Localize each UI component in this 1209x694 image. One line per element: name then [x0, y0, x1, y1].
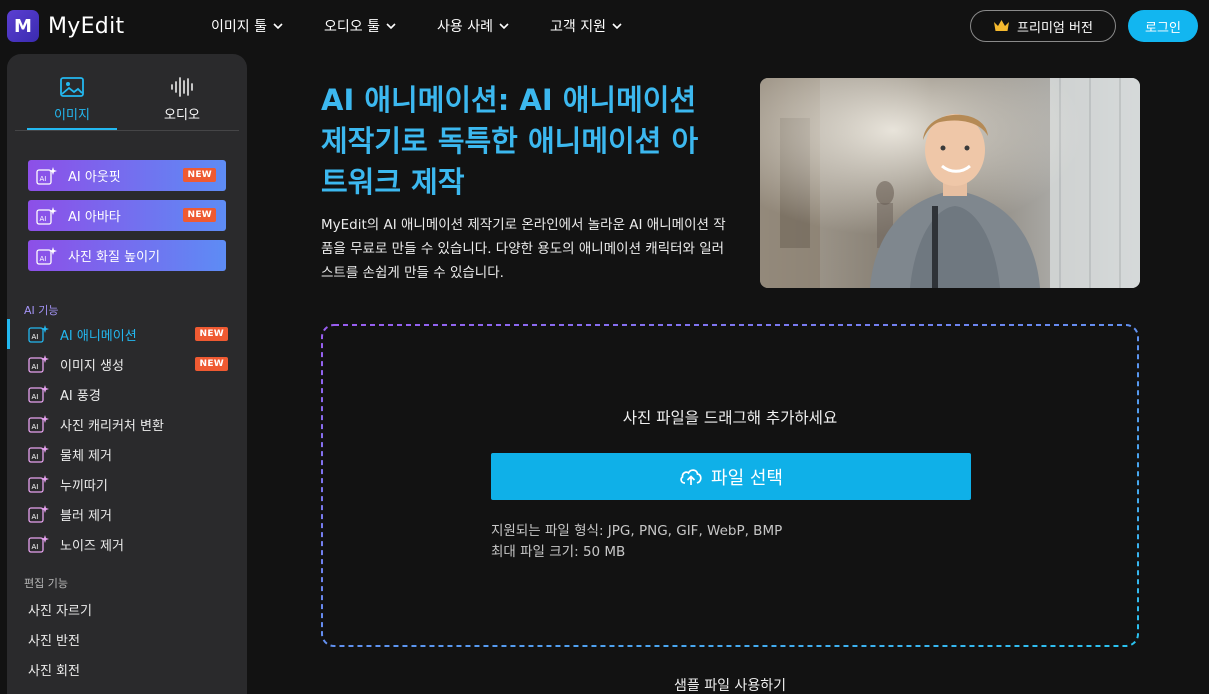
choose-file-label: 파일 선택 — [711, 467, 783, 489]
ai-sparkle-icon: AI — [28, 535, 49, 553]
ai-sparkle-icon: AI — [36, 166, 57, 185]
svg-text:AI: AI — [32, 543, 39, 551]
premium-button[interactable]: 프리미엄 버전 — [970, 10, 1116, 42]
page-description: MyEdit의 AI 애니메이션 제작기로 온라인에서 놀라운 AI 애니메이션… — [321, 217, 726, 281]
crown-icon — [994, 20, 1010, 31]
divider — [15, 130, 239, 131]
sidebar-item-caricature[interactable]: AI 사진 캐리커처 변환 — [28, 413, 228, 435]
svg-text:AI: AI — [32, 363, 39, 371]
cloud-upload-icon — [680, 468, 702, 485]
section-title-ai: AI 기능 — [24, 304, 59, 317]
svg-text:AI: AI — [32, 513, 39, 521]
page-title: AI 애니메이션: AI 애니메이션 제작기로 독특한 애니메이션 아트워크 제… — [321, 83, 699, 199]
svg-text:AI: AI — [40, 215, 47, 223]
new-badge: NEW — [183, 168, 216, 182]
promo-ai-outfit[interactable]: AI AI 아웃핏 NEW — [28, 160, 226, 191]
svg-text:AI: AI — [32, 333, 39, 341]
sidebar-item-label: 블러 제거 — [60, 508, 112, 524]
nav-label: 사용 사례 — [437, 19, 493, 35]
section-title-edit: 편집 기능 — [24, 577, 68, 590]
chevron-down-icon — [386, 23, 396, 30]
sidebar: 이미지 오디오 AI AI 아웃핏 NEW AI AI 아바타 NEW AI 사… — [7, 54, 247, 694]
promo-label: 사진 화질 높이기 — [68, 250, 160, 265]
waveform-icon — [169, 72, 195, 98]
nav-label: 고객 지원 — [550, 19, 606, 35]
image-icon — [59, 72, 85, 98]
premium-label: 프리미엄 버전 — [1017, 20, 1093, 36]
tab-label: 오디오 — [164, 108, 200, 123]
sidebar-item-label: AI 풍경 — [60, 388, 101, 404]
logo-text: MyEdit — [48, 13, 125, 39]
sidebar-item-label: 누끼따기 — [60, 478, 108, 494]
new-badge: NEW — [195, 327, 228, 341]
new-badge: NEW — [183, 208, 216, 222]
sidebar-item-crop[interactable]: 사진 자르기 — [28, 600, 92, 619]
sidebar-item-label: 노이즈 제거 — [60, 538, 124, 554]
nav-use-cases[interactable]: 사용 사례 — [437, 16, 510, 36]
myedit-logo-icon: M — [7, 10, 39, 42]
logo[interactable]: M MyEdit — [7, 10, 124, 42]
svg-text:AI: AI — [32, 453, 39, 461]
nav-support[interactable]: 고객 지원 — [550, 16, 623, 36]
new-badge: NEW — [195, 357, 228, 371]
sidebar-item-deblur[interactable]: AI 블러 제거 — [28, 503, 228, 525]
choose-file-button[interactable]: 파일 선택 — [491, 453, 971, 500]
promo-ai-avatar[interactable]: AI AI 아바타 NEW — [28, 200, 226, 231]
svg-text:AI: AI — [32, 393, 39, 401]
svg-text:AI: AI — [32, 483, 39, 491]
tab-audio[interactable]: 오디오 — [137, 72, 227, 130]
nav-audio-tools[interactable]: 오디오 툴 — [324, 16, 397, 36]
svg-text:AI: AI — [40, 255, 47, 263]
max-file-size: 최대 파일 크기: 50 MB — [491, 544, 626, 560]
tab-image[interactable]: 이미지 — [27, 72, 117, 130]
student-photo-image — [760, 78, 1140, 288]
sidebar-item-object-removal[interactable]: AI 물체 제거 — [28, 443, 228, 465]
ai-sparkle-icon: AI — [28, 415, 49, 433]
sidebar-item-rotate[interactable]: 사진 회전 — [28, 660, 80, 679]
sidebar-item-ai-animation[interactable]: AI AI 애니메이션 NEW — [28, 323, 228, 345]
ai-sparkle-icon: AI — [28, 325, 49, 343]
sidebar-item-image-generation[interactable]: AI 이미지 생성 NEW — [28, 353, 228, 375]
promo-photo-enhance[interactable]: AI 사진 화질 높이기 — [28, 240, 226, 271]
login-button[interactable]: 로그인 — [1128, 10, 1198, 42]
svg-text:AI: AI — [40, 175, 47, 183]
active-item-indicator — [7, 319, 10, 349]
sidebar-item-label: 사진 캐리커처 변환 — [60, 418, 164, 434]
ai-sparkle-icon: AI — [28, 385, 49, 403]
svg-text:AI: AI — [32, 423, 39, 431]
hero-image — [760, 78, 1140, 288]
chevron-down-icon — [612, 23, 622, 30]
sidebar-item-background-removal[interactable]: AI 누끼따기 — [28, 473, 228, 495]
upload-dropzone[interactable]: 사진 파일을 드래그해 추가하세요 파일 선택 지원되는 파일 형식: JPG,… — [321, 324, 1139, 647]
chevron-down-icon — [273, 23, 283, 30]
ai-sparkle-icon: AI — [28, 445, 49, 463]
sidebar-item-denoise[interactable]: AI 노이즈 제거 — [28, 533, 228, 555]
ai-sparkle-icon: AI — [36, 246, 57, 265]
drop-instructions: 사진 파일을 드래그해 추가하세요 — [622, 409, 838, 427]
ai-sparkle-icon: AI — [36, 206, 57, 225]
sidebar-item-flip[interactable]: 사진 반전 — [28, 630, 80, 649]
ai-sparkle-icon: AI — [28, 475, 49, 493]
sidebar-item-label: 이미지 생성 — [60, 358, 124, 374]
top-navigation: M MyEdit 이미지 툴 오디오 툴 사용 사례 고객 지원 프리미엄 버전… — [0, 0, 1209, 52]
use-sample-link[interactable]: 샘플 파일 사용하기 — [321, 675, 1139, 694]
supported-formats: 지원되는 파일 형식: JPG, PNG, GIF, WebP, BMP — [491, 523, 783, 539]
ai-sparkle-icon: AI — [28, 355, 49, 373]
promo-label: AI 아바타 — [68, 210, 121, 225]
chevron-down-icon — [499, 23, 509, 30]
sidebar-item-label: AI 애니메이션 — [60, 328, 137, 344]
ai-sparkle-icon: AI — [28, 505, 49, 523]
active-tab-indicator — [27, 128, 117, 130]
sidebar-item-ai-landscape[interactable]: AI AI 풍경 — [28, 383, 228, 405]
nav-label: 오디오 툴 — [324, 19, 380, 35]
nav-label: 이미지 툴 — [211, 19, 267, 35]
sidebar-item-label: 물체 제거 — [60, 448, 112, 464]
nav-image-tools[interactable]: 이미지 툴 — [211, 16, 284, 36]
promo-label: AI 아웃핏 — [68, 170, 121, 185]
tab-label: 이미지 — [54, 108, 90, 123]
